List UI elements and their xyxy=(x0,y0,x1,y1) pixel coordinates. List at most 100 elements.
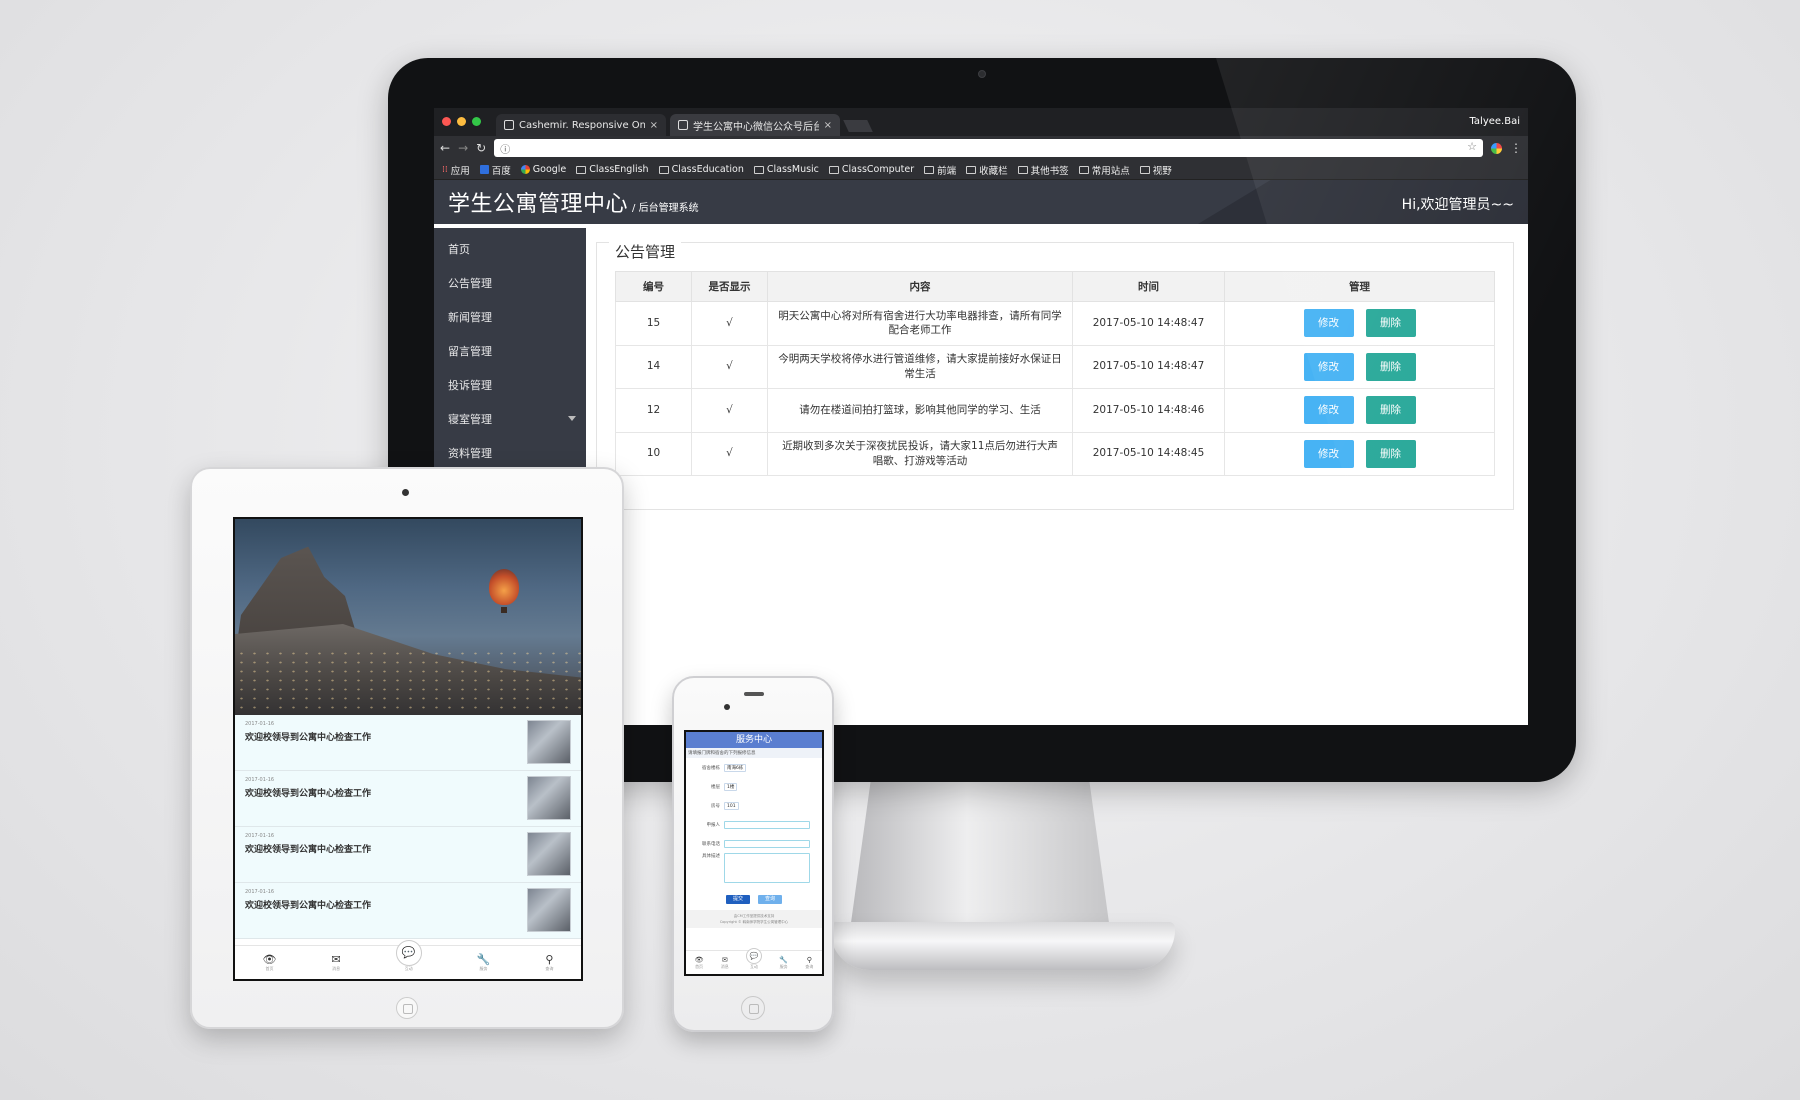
submit-button[interactable]: 提交 xyxy=(726,895,750,904)
list-item[interactable]: 2017-01-16 欢迎校领导到公寓中心检查工作 xyxy=(235,883,581,939)
tab-service[interactable]: 🔧 服务 xyxy=(477,953,491,972)
delete-button[interactable]: 删除 xyxy=(1365,396,1416,425)
forward-icon[interactable]: → xyxy=(458,141,468,155)
cell-shown: √ xyxy=(691,431,768,476)
back-icon[interactable]: ← xyxy=(440,141,450,155)
form-row: 申报人 xyxy=(686,815,822,834)
news-date: 2017-01-16 xyxy=(245,721,275,727)
profile-name[interactable]: Talyee.Bai xyxy=(1469,116,1520,127)
tab-service[interactable]: 🔧 服务 xyxy=(779,956,788,970)
table-row: 10 √ 近期收到多次关于深夜扰民投诉，请大家11点后勿进行大声唱歌、打游戏等活… xyxy=(615,431,1495,476)
delete-button[interactable]: 删除 xyxy=(1365,352,1416,381)
cell-id: 14 xyxy=(615,344,692,389)
edit-button[interactable]: 修改 xyxy=(1303,352,1354,381)
sidebar-item-complaints[interactable]: 投诉管理 xyxy=(434,368,586,402)
sidebar-item-messages[interactable]: 留言管理 xyxy=(434,334,586,368)
tab-home[interactable]: 👁 首页 xyxy=(695,956,704,970)
sidebar-item-documents[interactable]: 资料管理 xyxy=(434,436,586,470)
new-tab-button[interactable] xyxy=(843,120,873,132)
home-button[interactable] xyxy=(741,996,765,1020)
home-button[interactable] xyxy=(396,997,418,1019)
reload-icon[interactable]: ↻ xyxy=(476,141,486,155)
extension-icon[interactable] xyxy=(1491,142,1502,154)
tab-search[interactable]: ⚲ 查询 xyxy=(545,953,553,972)
cell-shown: √ xyxy=(691,344,768,389)
tab-messages[interactable]: ✉ 消息 xyxy=(721,956,729,970)
caret-down-icon xyxy=(568,416,576,421)
delete-button[interactable]: 删除 xyxy=(1365,309,1416,338)
imac-stand xyxy=(850,780,1110,930)
cell-shown: √ xyxy=(691,388,768,433)
room-select[interactable]: 101 xyxy=(724,801,739,810)
description-textarea[interactable] xyxy=(724,853,810,883)
cell-time: 2017-05-10 14:48:45 xyxy=(1072,431,1225,476)
list-item[interactable]: 2017-01-16 欢迎校领导到公寓中心检查工作 xyxy=(235,827,581,883)
tab-home[interactable]: 👁 首页 xyxy=(263,953,277,972)
menu-icon[interactable]: ⋮ xyxy=(1510,141,1522,155)
app-subtitle: / 后台管理系统 xyxy=(632,202,699,214)
tab-search[interactable]: ⚲ 查询 xyxy=(805,956,813,970)
cell-shown: √ xyxy=(691,301,768,346)
delete-button[interactable]: 删除 xyxy=(1365,439,1416,468)
bookmark-item[interactable]: 百度 xyxy=(479,163,511,177)
bookmark-item[interactable]: Google xyxy=(520,164,566,175)
reporter-input[interactable] xyxy=(724,820,810,829)
form-buttons: 提交 查询 xyxy=(686,895,822,904)
sidebar-item-notices[interactable]: 公告管理 xyxy=(434,266,586,300)
apps-icon: ⁞⁞ xyxy=(442,164,448,175)
camera-icon xyxy=(724,704,730,710)
address-bar[interactable]: ⓘ ☆ xyxy=(494,139,1483,157)
tablet-device: 2017-01-16 欢迎校领导到公寓中心检查工作 2017-01-16 欢迎校… xyxy=(190,467,624,1029)
column-header: 时间 xyxy=(1072,271,1225,302)
tab-close-icon[interactable]: × xyxy=(824,120,832,131)
edit-button[interactable]: 修改 xyxy=(1303,396,1354,425)
browser-toolbar: ← → ↻ ⓘ ☆ ⋮ xyxy=(434,136,1528,160)
edit-button[interactable]: 修改 xyxy=(1303,309,1354,338)
sidebar-item-dorms[interactable]: 寝室管理 xyxy=(434,402,586,436)
tab-close-icon[interactable]: × xyxy=(650,120,658,131)
tab-interact[interactable]: 💬 互动 xyxy=(395,939,422,972)
minimize-window-button[interactable] xyxy=(457,117,466,126)
bookmark-item[interactable]: ⁞⁞ 应用 xyxy=(442,163,470,177)
bottom-tabbar: 👁 首页 ✉ 消息 💬 互动 🔧 服务 ⚲ 查询 xyxy=(686,947,822,974)
camera-icon xyxy=(402,489,409,496)
sidebar-item-news[interactable]: 新闻管理 xyxy=(434,300,586,334)
notice-table: 编号 是否显示 内容 时间 管理 15 √ 明天公寓中心将对所有宿舍进行大功率电… xyxy=(615,271,1495,476)
tab-messages[interactable]: ✉ 消息 xyxy=(331,952,341,972)
bookmark-item[interactable]: ClassComputer xyxy=(828,164,914,175)
column-header: 内容 xyxy=(767,271,1073,302)
bookmark-item[interactable]: 前端 xyxy=(924,163,956,177)
bookmark-item[interactable]: 收藏栏 xyxy=(966,163,1008,177)
mail-icon: ✉ xyxy=(331,952,341,966)
cell-time: 2017-05-10 14:48:47 xyxy=(1072,344,1225,389)
tab-interact[interactable]: 💬 互动 xyxy=(746,947,763,970)
bookmark-item[interactable]: ClassEducation xyxy=(658,164,744,175)
bookmark-item[interactable]: ClassMusic xyxy=(753,164,819,175)
edit-button[interactable]: 修改 xyxy=(1303,439,1354,468)
building-select[interactable]: 南海6栋 xyxy=(724,763,747,772)
info-icon[interactable]: ⓘ xyxy=(500,141,510,156)
cell-content: 近期收到多次关于深夜扰民投诉，请大家11点后勿进行大声唱歌、打游戏等活动 xyxy=(767,431,1073,476)
browser-tab-2[interactable]: 学生公寓中心微信公众号后台管 × xyxy=(670,114,840,136)
bookmark-item[interactable]: ClassEnglish xyxy=(576,164,649,175)
phone-input[interactable] xyxy=(724,839,810,848)
query-button[interactable]: 查询 xyxy=(758,895,782,904)
phone-footer: 由CM工作室提供技术支持 Copyright © 韩南师学院学生公寓管理中心 xyxy=(686,910,822,928)
cell-actions: 修改 删除 xyxy=(1224,344,1495,389)
bookmark-item[interactable]: 视野 xyxy=(1139,163,1172,177)
floor-select[interactable]: 1楼 xyxy=(724,782,738,791)
bookmark-star-icon[interactable]: ☆ xyxy=(1467,140,1477,153)
sidebar-item-home[interactable]: 首页 xyxy=(434,232,586,266)
cell-content: 请勿在楼道间拍打篮球，影响其他同学的学习、生活 xyxy=(767,388,1073,433)
mail-icon: ✉ xyxy=(721,955,728,964)
list-item[interactable]: 2017-01-16 欢迎校领导到公寓中心检查工作 xyxy=(235,715,581,771)
maximize-window-button[interactable] xyxy=(472,117,481,126)
list-item[interactable]: 2017-01-16 欢迎校领导到公寓中心检查工作 xyxy=(235,771,581,827)
folder-icon xyxy=(924,165,935,174)
baidu-icon xyxy=(479,165,489,174)
bookmark-item[interactable]: 其他书签 xyxy=(1017,163,1069,177)
table-row: 15 √ 明天公寓中心将对所有宿舍进行大功率电器排查，请所有同学配合老师工作 2… xyxy=(615,301,1495,346)
bookmark-item[interactable]: 常用站点 xyxy=(1078,163,1130,177)
browser-tab-1[interactable]: Cashemir. Responsive One Pa × xyxy=(496,114,666,136)
close-window-button[interactable] xyxy=(442,117,451,126)
